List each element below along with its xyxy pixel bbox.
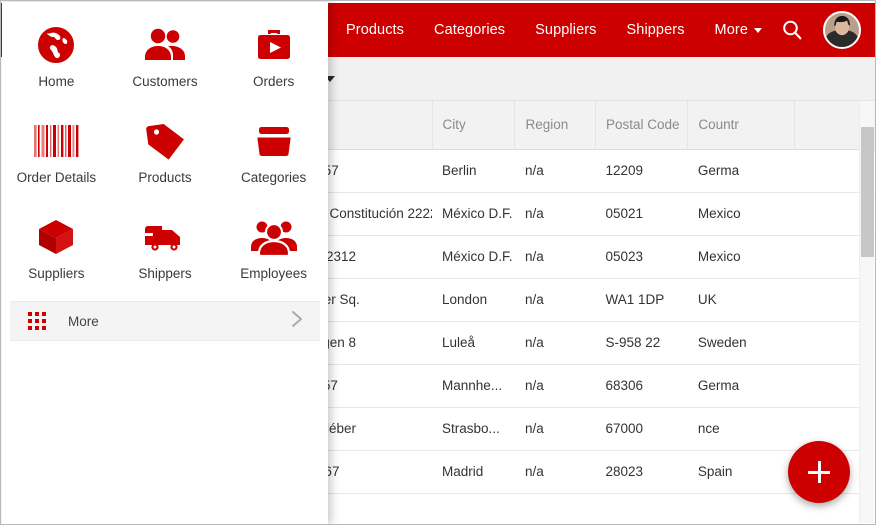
cell-region: n/a: [514, 149, 596, 193]
nav-tile-employees[interactable]: Employees: [219, 208, 328, 292]
nav-tile-label: Categories: [241, 170, 307, 185]
cell-region: n/a: [514, 192, 596, 236]
plus-icon-vertical: [817, 461, 821, 483]
nav-item-more-label: More: [714, 22, 748, 38]
cell-country: Mexico: [687, 192, 795, 236]
nav-tile-label: Home: [38, 74, 75, 89]
nav-item-products[interactable]: Products: [331, 16, 419, 44]
cell-postal-code: 68306: [595, 364, 688, 408]
cell-postal-code: 67000: [595, 407, 688, 451]
box-icon: [35, 214, 77, 260]
search-icon: [783, 20, 802, 40]
cell-country: nce: [687, 407, 795, 451]
cell-city: México D.F.: [432, 235, 515, 279]
cell-postal-code: S-958 22: [595, 321, 688, 365]
search-button[interactable]: [777, 15, 807, 45]
column-header-region[interactable]: Region: [514, 101, 596, 150]
nav-tile-shippers[interactable]: Shippers: [111, 208, 220, 292]
nav-item-more[interactable]: More: [700, 16, 777, 44]
nav-item-shippers[interactable]: Shippers: [612, 16, 700, 44]
tag-icon: [144, 118, 186, 164]
truck-icon: [142, 214, 188, 260]
nav-tile-label: Customers: [132, 74, 198, 89]
cell-country: Mexico: [687, 235, 795, 279]
nav-tile-grid: Home Customers Orders Order Details Prod…: [2, 2, 328, 292]
nav-tile-label: Orders: [253, 74, 295, 89]
chevron-right-icon: [290, 309, 304, 334]
top-nav: Products Categories Suppliers Shippers M…: [331, 16, 777, 44]
group-icon: [250, 214, 298, 260]
cell-country: UK: [687, 278, 795, 322]
app-window: r Contact Title Address City Region Post…: [0, 0, 876, 525]
avatar[interactable]: [822, 11, 861, 49]
globe-icon: [34, 22, 78, 68]
cell-country: Germa: [687, 364, 795, 408]
nav-tile-products[interactable]: Products: [111, 112, 220, 196]
column-header-postal-code[interactable]: Postal Code: [595, 101, 689, 150]
flyout-more-row[interactable]: More: [10, 301, 320, 341]
cell-country: Sweden: [687, 321, 795, 365]
people-icon: [142, 22, 188, 68]
briefcase-play-icon: [253, 22, 295, 68]
vertical-scrollbar[interactable]: [859, 101, 874, 523]
cell-region: n/a: [514, 321, 596, 365]
cell-region: n/a: [514, 278, 596, 322]
column-header-city[interactable]: City: [432, 101, 516, 150]
nav-tile-label: Shippers: [138, 266, 192, 281]
nav-tile-categories[interactable]: Categories: [219, 112, 328, 196]
cell-city: México D.F.: [432, 192, 515, 236]
app-grid-icon: [28, 312, 46, 330]
add-record-fab[interactable]: [788, 441, 850, 503]
user-avatar-icon: [824, 13, 859, 47]
cell-city: Strasbo...: [432, 407, 515, 451]
cell-region: n/a: [514, 450, 596, 494]
barcode-icon: [33, 118, 79, 164]
cell-postal-code: 05021: [595, 192, 688, 236]
nav-tile-label: Suppliers: [28, 266, 85, 281]
navigation-flyout-panel: Home Customers Orders Order Details Prod…: [2, 2, 328, 524]
cell-city: Luleå: [432, 321, 515, 365]
cell-region: n/a: [514, 364, 596, 408]
cell-city: Mannhe...: [432, 364, 515, 408]
column-header-country[interactable]: Countr: [687, 101, 795, 150]
nav-item-suppliers[interactable]: Suppliers: [520, 16, 611, 44]
nav-tile-orders[interactable]: Orders: [219, 16, 328, 100]
nav-tile-label: Order Details: [16, 170, 97, 185]
nav-tile-label: Products: [138, 170, 192, 185]
cell-region: n/a: [514, 235, 596, 279]
nav-tile-order-details[interactable]: Order Details: [2, 112, 111, 196]
cell-region: n/a: [514, 407, 596, 451]
nav-item-categories[interactable]: Categories: [419, 16, 520, 44]
folder-icon: [253, 118, 295, 164]
cell-postal-code: 28023: [595, 450, 688, 494]
chevron-down-icon: [753, 27, 762, 33]
cell-country: Spain: [687, 450, 795, 494]
app-bar-actions: [777, 11, 875, 49]
nav-tile-customers[interactable]: Customers: [111, 16, 220, 100]
cell-city: Berlin: [432, 149, 515, 193]
cell-postal-code: 12209: [595, 149, 688, 193]
cell-city: London: [432, 278, 515, 322]
nav-tile-home[interactable]: Home: [2, 16, 111, 100]
flyout-more-label: More: [68, 313, 99, 329]
cell-postal-code: WA1 1DP: [595, 278, 688, 322]
nav-tile-suppliers[interactable]: Suppliers: [2, 208, 111, 292]
scrollbar-thumb[interactable]: [861, 127, 874, 257]
cell-country: Germa: [687, 149, 795, 193]
cell-postal-code: 05023: [595, 235, 688, 279]
cell-city: Madrid: [432, 450, 515, 494]
nav-tile-label: Employees: [240, 266, 308, 281]
